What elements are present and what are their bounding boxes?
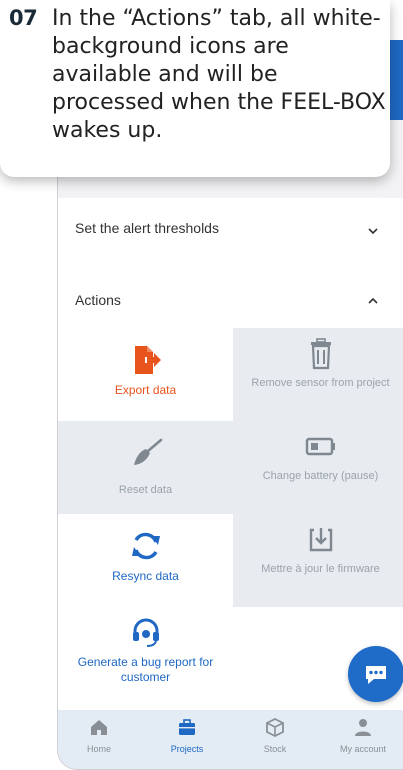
sync-icon (131, 532, 160, 560)
nav-label-my-account: My account (339, 744, 387, 754)
bug-report-button[interactable]: Generate a bug report for customer (58, 607, 233, 700)
box-icon (266, 717, 284, 738)
nav-label-home: Home (86, 744, 111, 754)
user-icon (355, 719, 371, 736)
chat-icon (366, 666, 386, 684)
chevron-down-icon[interactable] (366, 224, 380, 238)
firmware-update-label: Mettre à jour le firmware (261, 563, 380, 575)
export-data-label: Export data (114, 383, 177, 397)
instruction-text: In the “Actions” tab, all white-backgrou… (52, 6, 386, 143)
nav-item-home[interactable]: Home (64, 716, 134, 754)
chevron-up-icon[interactable] (366, 294, 380, 308)
alert-thresholds-title: Set the alert thresholds (75, 220, 219, 236)
firmware-download-icon (309, 528, 332, 552)
nav-item-my-account[interactable]: My account (328, 716, 398, 754)
actions-title: Actions (75, 292, 121, 308)
reset-data-button: Reset data (58, 421, 233, 514)
export-data-button[interactable]: Export data (58, 328, 233, 421)
resync-data-button[interactable]: Resync data (58, 514, 233, 607)
instruction-callout: 07 In the “Actions” tab, all white-backg… (0, 0, 390, 177)
change-battery-button: Change battery (pause) (233, 421, 403, 514)
remove-sensor-label: Remove sensor from project (251, 377, 390, 389)
chat-fab-button[interactable] (348, 646, 403, 702)
home-icon (91, 720, 107, 735)
actions-section: Actions Export data Remove sensor from p… (58, 270, 403, 710)
nav-label-stock: Stock (263, 744, 287, 754)
bottom-nav: Home Projects Stock My account (58, 710, 403, 769)
reset-data-label: Reset data (118, 484, 173, 496)
step-number: 07 (9, 6, 38, 30)
resync-data-label: Resync data (112, 569, 179, 583)
alert-thresholds-section[interactable]: Set the alert thresholds (58, 198, 403, 270)
change-battery-label: Change battery (pause) (262, 470, 379, 482)
trash-icon (310, 338, 331, 370)
battery-icon (305, 437, 335, 456)
export-icon (134, 346, 161, 374)
remove-sensor-button: Remove sensor from project (233, 328, 403, 421)
broom-icon (133, 438, 162, 465)
firmware-update-button: Mettre à jour le firmware (233, 514, 403, 607)
bug-report-label: Generate a bug report for customer (77, 655, 214, 684)
nav-item-projects[interactable]: Projects (152, 716, 222, 754)
headset-icon (132, 618, 159, 647)
nav-label-projects: Projects (170, 744, 204, 754)
briefcase-icon (179, 719, 195, 735)
nav-item-stock[interactable]: Stock (240, 716, 310, 754)
